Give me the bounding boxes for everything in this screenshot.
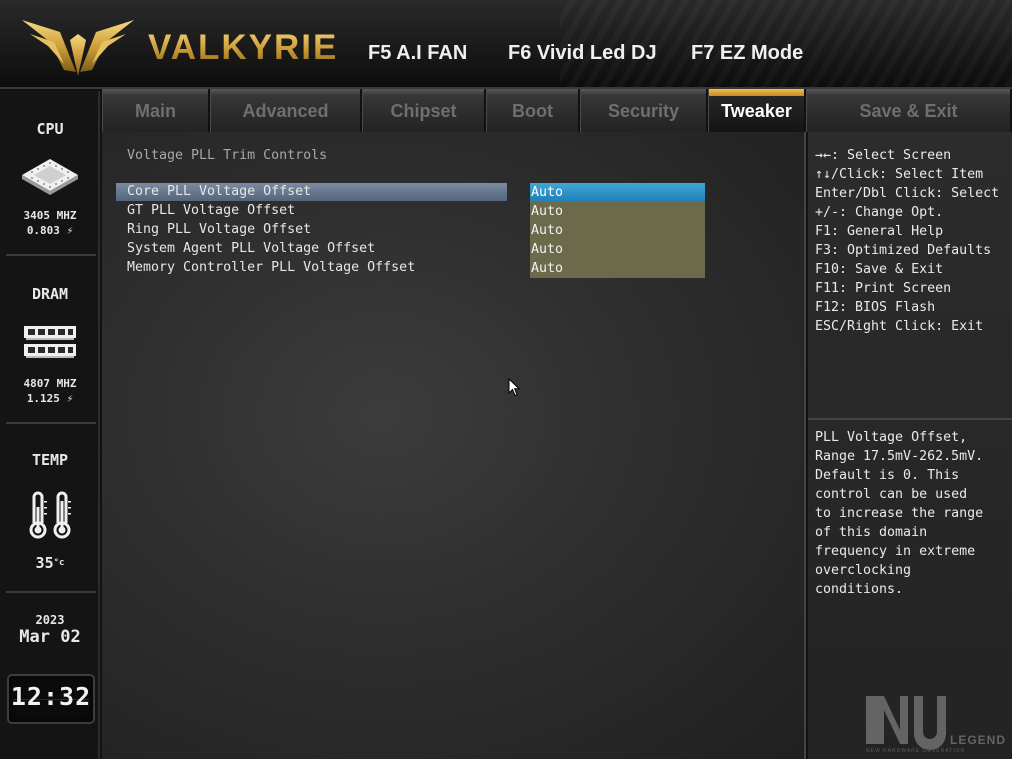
temp-value: 35 xyxy=(35,554,54,572)
help-description-line: overclocking xyxy=(815,563,912,578)
help-key-line: +/-: Change Opt. xyxy=(815,205,944,220)
system-status-sidebar: CPU 3405 MHZ 0.803 ⚡ DRAM 4807 MHZ 1.125… xyxy=(0,91,100,759)
mouse-pointer-icon xyxy=(508,378,520,397)
temp-unit: °c xyxy=(53,558,65,568)
sidebar-divider xyxy=(6,422,96,424)
option-label: System Agent PLL Voltage Offset xyxy=(127,241,376,256)
section-title: Voltage PLL Trim Controls xyxy=(127,148,328,163)
option-value-select[interactable]: Auto xyxy=(530,240,705,259)
header-bar: VALKYRIE F5 A.I FAN F6 Vivid Led DJ F7 E… xyxy=(0,0,1012,89)
temp-title: TEMP xyxy=(31,451,69,469)
tab-main[interactable]: Main xyxy=(102,89,210,132)
help-key-line: F11: Print Screen xyxy=(815,281,952,296)
dram-voltage: 1.125 xyxy=(26,392,60,405)
option-row-system-agent-pll[interactable]: System Agent PLL Voltage Offset Auto xyxy=(102,240,806,259)
vivid-led-dj-button[interactable]: F6 Vivid Led DJ xyxy=(508,42,657,65)
cpu-voltage: 0.803 xyxy=(26,224,60,237)
date-year: 2023 xyxy=(35,613,65,627)
option-label: Memory Controller PLL Voltage Offset xyxy=(127,260,416,275)
sidebar-divider xyxy=(6,254,96,256)
brand-name: VALKYRIE xyxy=(148,28,339,67)
watermark-tagline: NEW HARDWARE GENERATION xyxy=(866,748,965,754)
cpu-frequency: 3405 MHZ xyxy=(23,209,77,222)
tab-chipset[interactable]: Chipset xyxy=(362,89,486,132)
tab-security[interactable]: Security xyxy=(580,89,708,132)
ai-fan-button[interactable]: F5 A.I FAN xyxy=(368,42,467,65)
option-value-select[interactable]: Auto xyxy=(530,221,705,240)
help-key-line: F10: Save & Exit xyxy=(815,262,944,277)
tab-save-exit[interactable]: Save & Exit xyxy=(806,89,1012,132)
digital-clock: 12:32 xyxy=(7,674,95,724)
option-label: GT PLL Voltage Offset xyxy=(127,203,296,218)
help-description-line: control can be used xyxy=(815,487,968,502)
cpu-voltage-row: 0.803 ⚡ xyxy=(0,223,100,238)
dram-frequency: 4807 MHZ xyxy=(23,377,77,390)
dram-title: DRAM xyxy=(31,285,69,303)
menu-tab-bar: Main Advanced Chipset Boot Security Twea… xyxy=(102,89,1012,132)
option-label: Ring PLL Voltage Offset xyxy=(127,222,312,237)
help-key-line: Enter/Dbl Click: Select xyxy=(815,186,1000,201)
help-key-line: F3: Optimized Defaults xyxy=(815,243,992,258)
dram-voltage-row: 1.125 ⚡ xyxy=(0,391,100,406)
settings-panel: Voltage PLL Trim Controls Core PLL Volta… xyxy=(102,132,806,759)
help-key-line: →←: Select Screen xyxy=(815,148,952,163)
help-key-line: ESC/Right Click: Exit xyxy=(815,319,984,334)
help-key-line: F12: BIOS Flash xyxy=(815,300,936,315)
option-value-select[interactable]: Auto xyxy=(530,183,705,202)
help-description-line: PLL Voltage Offset, xyxy=(815,430,968,445)
option-row-memory-controller-pll[interactable]: Memory Controller PLL Voltage Offset Aut… xyxy=(102,259,806,278)
tab-tweaker[interactable]: Tweaker xyxy=(708,89,806,132)
option-value-select[interactable]: Auto xyxy=(530,259,705,278)
voltage-bolt-icon: ⚡ xyxy=(66,392,74,405)
help-key-line: ↑↓/Click: Select Item xyxy=(815,167,984,182)
help-divider xyxy=(808,418,1012,420)
help-description-line: of this domain xyxy=(815,525,928,540)
clock-time: 12:32 xyxy=(10,682,92,711)
help-key-line: F1: General Help xyxy=(815,224,944,239)
help-panel: →←: Select Screen ↑↓/Click: Select Item … xyxy=(808,132,1012,759)
ez-mode-button[interactable]: F7 EZ Mode xyxy=(691,42,803,65)
watermark-word: LEGEND xyxy=(950,733,1006,747)
help-description-line: Default is 0. This xyxy=(815,468,960,483)
option-value-select[interactable]: Auto xyxy=(530,202,705,221)
option-row-ring-pll[interactable]: Ring PLL Voltage Offset Auto xyxy=(102,221,806,240)
cpu-chip-icon xyxy=(22,159,78,195)
help-description-line: frequency in extreme xyxy=(815,544,976,559)
memory-module-icon xyxy=(24,326,76,358)
voltage-bolt-icon: ⚡ xyxy=(66,224,74,237)
valkyrie-wings-logo-icon xyxy=(22,20,134,76)
help-description-line: conditions. xyxy=(815,582,904,597)
watermark-logo-icon: LEGEND NEW HARDWARE GENERATION xyxy=(866,696,1006,754)
cpu-title: CPU xyxy=(36,120,64,138)
thermometer-icon xyxy=(29,491,71,539)
sidebar-divider xyxy=(6,591,96,593)
tab-advanced[interactable]: Advanced xyxy=(210,89,362,132)
help-description-line: to increase the range xyxy=(815,506,984,521)
help-description-line: Range 17.5mV-262.5mV. xyxy=(815,449,984,464)
option-row-gt-pll[interactable]: GT PLL Voltage Offset Auto xyxy=(102,202,806,221)
tab-boot[interactable]: Boot xyxy=(486,89,580,132)
date-month-day: Mar 02 xyxy=(19,627,81,647)
temp-row: 35°c xyxy=(0,556,100,571)
option-row-core-pll[interactable]: Core PLL Voltage Offset Auto xyxy=(102,183,806,202)
option-label: Core PLL Voltage Offset xyxy=(127,184,312,199)
